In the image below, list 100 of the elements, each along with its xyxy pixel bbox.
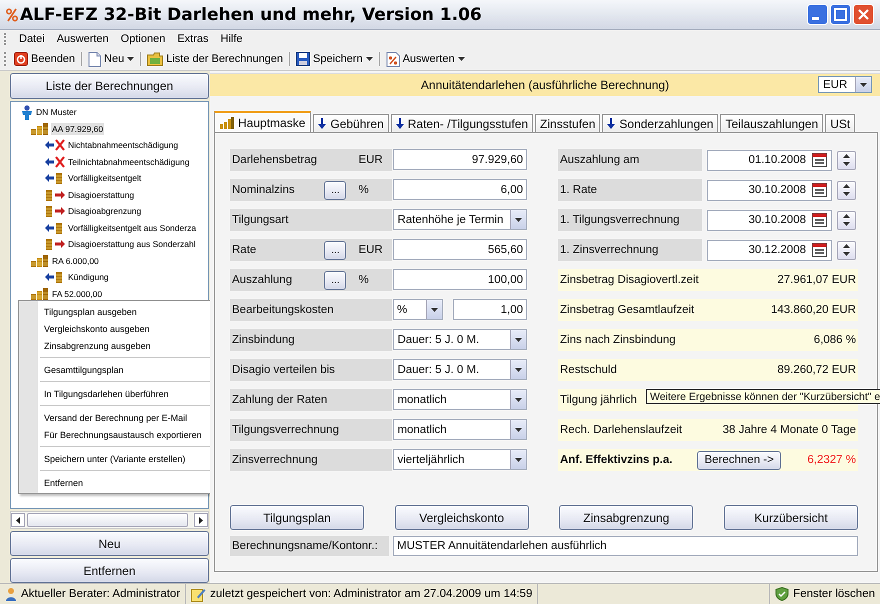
context-menu-item[interactable]: Vergleichskonto ausgeben xyxy=(38,320,212,337)
tree-item[interactable]: DN Muster xyxy=(35,106,78,118)
tree-item[interactable]: Teilnichtabnahmeentschädigung xyxy=(67,156,190,168)
spinner[interactable] xyxy=(837,210,856,230)
menu-item[interactable]: Extras xyxy=(176,33,210,45)
dropdown-field[interactable]: Dauer: 5 J. 0 M. xyxy=(393,359,527,380)
floppy-icon xyxy=(296,52,310,66)
result-value: 143.860,20 EUR xyxy=(770,304,856,316)
status-text: Aktueller Berater: Administrator xyxy=(21,588,180,600)
date-field[interactable]: 30.10.2008 xyxy=(707,210,832,230)
field-label: Berechnungsname/Kontonr.: xyxy=(230,536,389,556)
toolbar-button[interactable]: Beenden xyxy=(12,51,78,67)
result-label: Tilgung jährlich xyxy=(560,394,637,406)
header-title: Annuitätendarlehen (ausführliche Berechnung) xyxy=(420,78,670,92)
context-menu-item[interactable]: Für Berechnungsaustausch exportieren xyxy=(38,426,212,443)
toolbar-button[interactable]: Auswerten xyxy=(384,50,467,68)
menu-item[interactable]: Datei xyxy=(18,33,46,45)
input-field[interactable]: 100,00 xyxy=(393,269,527,290)
action-button[interactable]: Kurzübersicht xyxy=(724,505,858,530)
calculate-button[interactable]: Berechnen -> xyxy=(697,450,781,470)
tab[interactable]: Hauptmaske xyxy=(214,111,312,132)
tree-item[interactable]: Nichtabnahmeentschädigung xyxy=(67,139,180,152)
field-label: 1. Rate xyxy=(558,179,702,201)
dropdown-field[interactable]: Dauer: 5 J. 0 M. xyxy=(393,329,527,350)
context-menu-item[interactable]: Zinsabgrenzung ausgeben xyxy=(38,337,212,354)
name-field[interactable]: MUSTER Annuitätendarlehen ausführlich xyxy=(393,536,858,556)
tree-item[interactable]: FA 52.000,00 xyxy=(51,288,104,300)
calendar-icon[interactable] xyxy=(812,183,827,197)
date-field[interactable]: 30.12.2008 xyxy=(707,240,832,260)
coin-arrow-icon xyxy=(45,238,65,250)
input-field[interactable]: 6,00 xyxy=(393,179,527,200)
context-menu-item[interactable]: Gesamttilgungsplan xyxy=(38,361,212,378)
minimize-button[interactable] xyxy=(807,4,828,25)
input-field[interactable]: 1,00 xyxy=(453,299,527,320)
menu-item[interactable]: Hilfe xyxy=(220,33,244,45)
dropdown-field[interactable]: vierteljährlich xyxy=(393,449,527,470)
context-menu-item[interactable]: Entfernen xyxy=(38,474,212,491)
action-button[interactable]: Zinsabgrenzung xyxy=(559,505,694,530)
arrow-coin-icon xyxy=(45,271,65,284)
list-button[interactable]: Liste der Berechnungen xyxy=(10,73,209,99)
tree-item[interactable]: RA 6.000,00 xyxy=(51,254,100,267)
toolbar-button[interactable]: Neu xyxy=(86,50,136,68)
currency-dropdown[interactable]: EUR xyxy=(818,76,872,93)
tree-item[interactable]: Kündigung xyxy=(67,271,110,284)
picker-button[interactable]: ... xyxy=(324,270,346,290)
close-button[interactable] xyxy=(853,4,874,25)
left-arrow-icon xyxy=(16,516,20,524)
action-button[interactable]: Tilgungsplan xyxy=(230,505,364,530)
spinner[interactable] xyxy=(837,180,856,200)
picker-button[interactable]: ... xyxy=(324,180,346,200)
spinner[interactable] xyxy=(837,240,856,260)
field-label: 1. Tilgungsverrechnung xyxy=(558,209,702,231)
input-field[interactable]: 97.929,60 xyxy=(393,149,527,170)
sidebar-button[interactable]: Entfernen xyxy=(10,558,209,583)
date-field[interactable]: 30.10.2008 xyxy=(707,180,832,200)
unit-label: EUR xyxy=(358,154,383,166)
tab[interactable]: Teilauszahlungen xyxy=(720,114,824,132)
down-arrow-icon xyxy=(318,118,326,129)
tree-item[interactable]: Disagioerstattung xyxy=(67,188,136,201)
tab[interactable]: Gebühren xyxy=(313,114,389,132)
person-icon xyxy=(21,104,33,120)
menu-item[interactable]: Auswerten xyxy=(56,33,110,45)
context-menu-item[interactable]: Versand der Berechnung per E-Mail xyxy=(38,409,212,426)
up-arrow-icon xyxy=(843,184,850,188)
input-field[interactable]: 565,60 xyxy=(393,239,527,260)
context-menu-item[interactable]: Tilgungsplan ausgeben xyxy=(38,303,212,320)
tab[interactable]: Sonderzahlungen xyxy=(602,114,718,132)
tab[interactable]: Zinsstufen xyxy=(535,114,600,132)
tree-item[interactable]: Disagioerstattung aus Sonderzahl xyxy=(67,238,197,250)
tab[interactable]: Raten- /Tilgungsstufen xyxy=(390,114,534,132)
tree-item[interactable]: Vorfälligkeitsentgelt aus Sonderza xyxy=(67,222,198,234)
tree-item[interactable]: AA 97.929,60 xyxy=(51,122,104,135)
up-arrow-icon xyxy=(843,214,850,218)
tree-item[interactable]: Vorfälligkeitsentgelt xyxy=(67,172,142,184)
calendar-icon[interactable] xyxy=(812,153,827,167)
action-button[interactable]: Vergleichskonto xyxy=(394,505,529,530)
dropdown-field[interactable]: Ratenhöhe je Termin xyxy=(393,209,527,230)
spinner[interactable] xyxy=(837,150,856,170)
calendar-icon[interactable] xyxy=(812,213,827,227)
caret-icon xyxy=(515,458,522,462)
context-menu-item[interactable]: In Tilgungsdarlehen überführen xyxy=(38,385,212,402)
result-label: Anf. Effektivzins p.a. xyxy=(560,454,672,466)
dropdown-field[interactable]: monatlich xyxy=(393,419,527,440)
menu-item[interactable]: Optionen xyxy=(120,33,166,45)
date-field[interactable]: 01.10.2008 xyxy=(707,150,832,170)
picker-button[interactable]: ... xyxy=(324,240,346,260)
dropdown-field[interactable]: monatlich xyxy=(393,389,527,410)
toolbar-button[interactable]: Speichern xyxy=(294,51,375,67)
folder-icon xyxy=(147,52,164,66)
caret-icon xyxy=(515,368,522,372)
unit-dropdown[interactable]: % xyxy=(393,299,443,320)
toolbar-button[interactable]: Liste der Berechnungen xyxy=(145,51,286,67)
context-menu-item[interactable]: Speichern unter (Variante erstellen) xyxy=(38,450,212,467)
tree-item[interactable]: Disagioabgrenzung xyxy=(67,205,142,218)
maximize-button[interactable] xyxy=(830,4,851,25)
horizontal-scrollbar[interactable] xyxy=(10,511,209,529)
tab[interactable]: USt xyxy=(825,114,856,132)
clear-window-button[interactable]: Fenster löschen xyxy=(769,584,880,604)
sidebar-button[interactable]: Neu xyxy=(10,531,209,556)
calendar-icon[interactable] xyxy=(812,243,827,257)
